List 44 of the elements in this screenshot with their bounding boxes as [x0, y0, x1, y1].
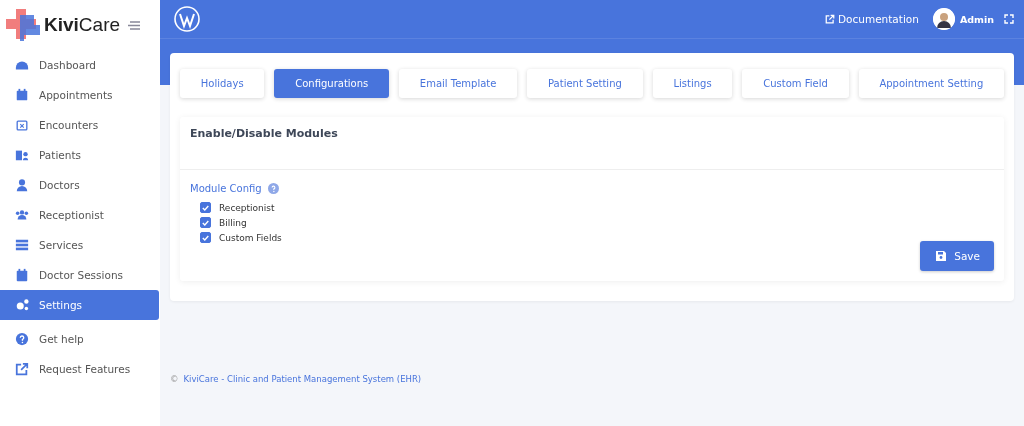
external-link-icon: [15, 362, 29, 376]
sidebar-item[interactable]: Request Features: [0, 354, 159, 384]
panel-title: Enable/Disable Modules: [190, 127, 339, 140]
patients-icon: [15, 148, 29, 162]
sidebar-item[interactable]: Receptionist: [0, 200, 159, 230]
settings-tab[interactable]: Holidays: [180, 69, 265, 98]
documentation-link[interactable]: Documentation: [824, 13, 919, 25]
settings-tab[interactable]: Email Template: [399, 69, 518, 98]
settings-tab[interactable]: Patient Setting: [527, 69, 643, 98]
footer-link[interactable]: KiviCare - Clinic and Patient Management System (EHR): [183, 374, 422, 384]
settings-tab[interactable]: Configurations: [274, 69, 390, 98]
section-label: Module Config: [190, 183, 262, 194]
list-icon: [15, 238, 29, 252]
sidebar-item[interactable]: Patients: [0, 140, 159, 170]
checkbox[interactable]: [200, 232, 211, 243]
logo-icon: [6, 9, 40, 41]
sidebar-item[interactable]: Appointments: [0, 80, 159, 110]
wordpress-logo-icon[interactable]: [174, 6, 200, 32]
sidebar-item[interactable]: Dashboard: [0, 50, 159, 80]
menu-icon[interactable]: [128, 20, 140, 30]
settings-tab[interactable]: Listings: [652, 69, 733, 98]
users-icon: [15, 208, 29, 222]
help-icon: [15, 332, 29, 346]
module-label: Billing: [219, 217, 247, 228]
user-name[interactable]: Admin: [959, 13, 994, 25]
external-link-icon: [824, 14, 835, 24]
save-button[interactable]: Save: [920, 241, 994, 271]
sidebar-item[interactable]: Doctors: [0, 170, 159, 200]
copyright-sign: ©: [170, 374, 179, 384]
sidebar-item[interactable]: Services: [0, 230, 159, 260]
sidebar-item[interactable]: Get help: [0, 324, 159, 354]
sidebar-item[interactable]: Settings: [0, 290, 159, 320]
doctor-icon: [15, 178, 29, 192]
fullscreen-icon[interactable]: [1004, 14, 1014, 24]
settings-tab[interactable]: Appointment Setting: [858, 69, 1005, 98]
help-icon[interactable]: [267, 183, 279, 194]
module-label: Custom Fields: [219, 232, 282, 243]
checkbox[interactable]: [200, 217, 211, 228]
settings-tab[interactable]: Custom Field: [742, 69, 849, 98]
sidebar-item[interactable]: Doctor Sessions: [0, 260, 159, 290]
checkbox[interactable]: [200, 202, 211, 213]
sidebar-item[interactable]: Encounters: [0, 110, 159, 140]
module-label: Receptionist: [219, 202, 275, 213]
brand-name: KiviCare: [44, 14, 121, 36]
